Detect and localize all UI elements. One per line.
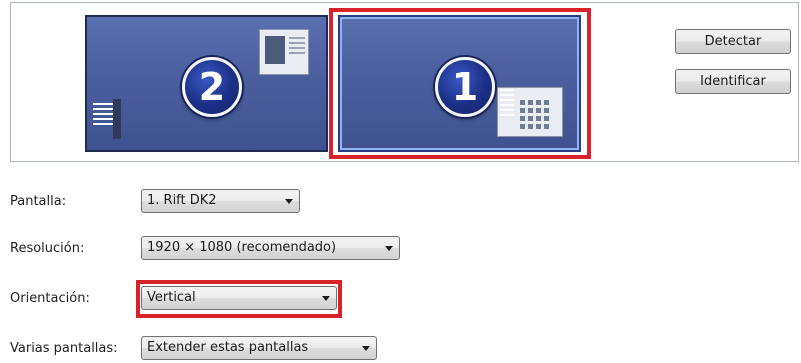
window-thumbnail-icon (259, 29, 309, 75)
detect-button[interactable]: Detectar (675, 29, 791, 54)
display-select-value: 1. Rift DK2 (147, 193, 217, 208)
multiple-displays-label: Varias pantallas: (10, 341, 118, 356)
taskbar-list-icon (93, 103, 115, 128)
selected-monitor-highlight (329, 8, 591, 159)
side-bar-icon (113, 99, 121, 139)
multiple-displays-select[interactable]: Extender estas pantallas (141, 336, 377, 360)
resolution-label: Resolución: (10, 241, 85, 256)
chevron-down-icon (285, 199, 293, 204)
identify-button[interactable]: Identificar (675, 69, 791, 94)
monitor-2[interactable]: 2 (85, 15, 328, 152)
monitor-number-badge: 2 (182, 57, 242, 117)
orientation-label: Orientación: (10, 291, 90, 306)
chevron-down-icon (362, 346, 370, 351)
multiple-displays-select-value: Extender estas pantallas (147, 340, 309, 355)
resolution-select[interactable]: 1920 × 1080 (recomendado) (141, 236, 400, 260)
display-settings: 2 1 Detectar Identificar Pantalla: 1. Ri… (0, 0, 801, 363)
chevron-down-icon (385, 246, 393, 251)
orientation-highlight (136, 280, 342, 318)
display-label: Pantalla: (10, 194, 67, 209)
display-select[interactable]: 1. Rift DK2 (141, 189, 300, 213)
resolution-select-value: 1920 × 1080 (recomendado) (147, 240, 337, 255)
monitor-arrangement-panel: 2 1 Detectar Identificar (10, 2, 799, 162)
